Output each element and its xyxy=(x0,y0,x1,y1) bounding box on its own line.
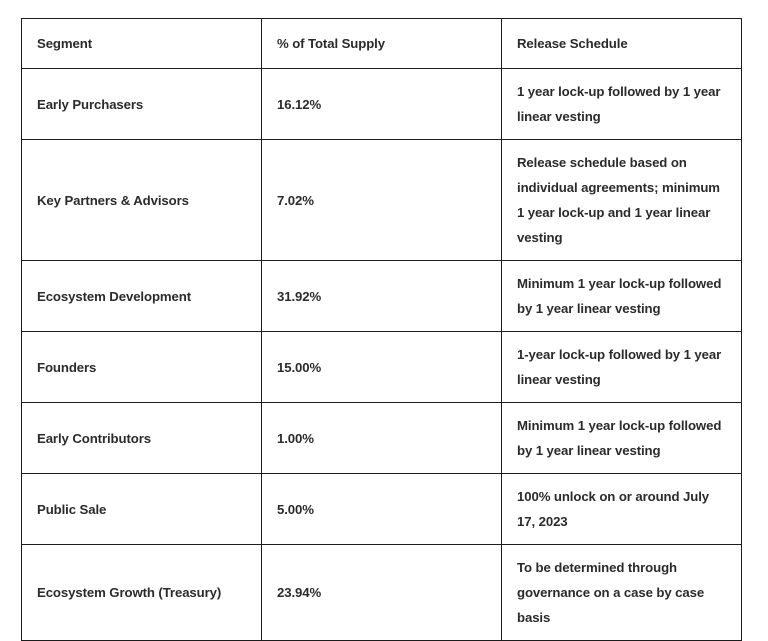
cell-percent: 23.94% xyxy=(261,544,502,641)
cell-schedule: 1 year lock-up followed by 1 year linear… xyxy=(501,68,742,140)
table-header-row: Segment % of Total Supply Release Schedu… xyxy=(21,18,742,69)
table-row: Key Partners & Advisors 7.02% Release sc… xyxy=(21,139,742,261)
table-row: Ecosystem Growth (Treasury) 23.94% To be… xyxy=(21,544,742,641)
cell-schedule: Minimum 1 year lock-up followed by 1 yea… xyxy=(501,260,742,332)
token-supply-table: Segment % of Total Supply Release Schedu… xyxy=(21,18,742,641)
cell-schedule: Release schedule based on individual agr… xyxy=(501,139,742,261)
cell-segment: Ecosystem Growth (Treasury) xyxy=(21,544,262,641)
cell-schedule: To be determined through governance on a… xyxy=(501,544,742,641)
cell-segment: Ecosystem Development xyxy=(21,260,262,332)
table-row: Early Contributors 1.00% Minimum 1 year … xyxy=(21,402,742,474)
cell-percent: 5.00% xyxy=(261,473,502,545)
column-header-segment: Segment xyxy=(21,18,262,69)
table-row: Early Purchasers 16.12% 1 year lock-up f… xyxy=(21,68,742,140)
cell-percent: 1.00% xyxy=(261,402,502,474)
cell-percent: 7.02% xyxy=(261,139,502,261)
table-row: Founders 15.00% 1-year lock-up followed … xyxy=(21,331,742,403)
column-header-schedule: Release Schedule xyxy=(501,18,742,69)
column-header-percent: % of Total Supply xyxy=(261,18,502,69)
cell-segment: Public Sale xyxy=(21,473,262,545)
cell-schedule: Minimum 1 year lock-up followed by 1 yea… xyxy=(501,402,742,474)
cell-segment: Founders xyxy=(21,331,262,403)
cell-percent: 15.00% xyxy=(261,331,502,403)
cell-segment: Early Purchasers xyxy=(21,68,262,140)
token-supply-table-container: Segment % of Total Supply Release Schedu… xyxy=(21,18,742,641)
table-body: Early Purchasers 16.12% 1 year lock-up f… xyxy=(21,68,742,641)
cell-percent: 31.92% xyxy=(261,260,502,332)
cell-segment: Early Contributors xyxy=(21,402,262,474)
table-header: Segment % of Total Supply Release Schedu… xyxy=(21,18,742,69)
table-row: Public Sale 5.00% 100% unlock on or arou… xyxy=(21,473,742,545)
cell-schedule: 100% unlock on or around July 17, 2023 xyxy=(501,473,742,545)
table-row: Ecosystem Development 31.92% Minimum 1 y… xyxy=(21,260,742,332)
cell-percent: 16.12% xyxy=(261,68,502,140)
cell-schedule: 1-year lock-up followed by 1 year linear… xyxy=(501,331,742,403)
cell-segment: Key Partners & Advisors xyxy=(21,139,262,261)
